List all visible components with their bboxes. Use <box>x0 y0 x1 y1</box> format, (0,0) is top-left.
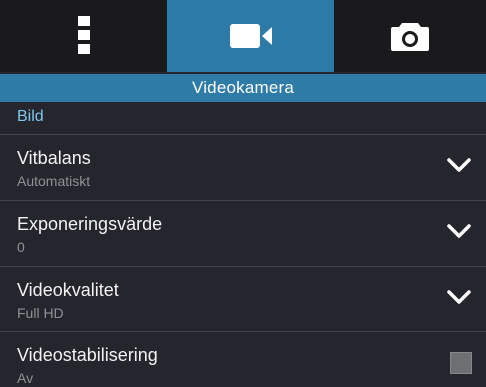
chevron-down-icon[interactable] <box>446 156 472 174</box>
camera-settings-panel: Videokamera Bild Vitbalans Automatiskt E… <box>0 0 486 387</box>
setting-value: Automatiskt <box>17 173 91 189</box>
setting-value: 0 <box>17 239 25 255</box>
setting-title: Vitbalans <box>17 148 91 168</box>
setting-value: Full HD <box>17 305 64 321</box>
video-camera-icon <box>229 24 272 48</box>
chevron-down-icon[interactable] <box>446 222 472 240</box>
camera-icon <box>391 23 429 51</box>
section-header: Bild <box>0 102 486 134</box>
chevron-down-icon[interactable] <box>446 288 472 306</box>
setting-video-stabilization[interactable]: Videostabilisering Av <box>0 332 486 387</box>
stabilization-checkbox[interactable] <box>450 352 472 374</box>
setting-video-quality[interactable]: Videokvalitet Full HD <box>0 267 486 331</box>
menu-icon <box>77 16 90 54</box>
page-title: Videokamera <box>0 74 486 102</box>
tab-menu[interactable] <box>0 0 167 72</box>
tab-video-camera[interactable] <box>167 0 334 72</box>
setting-title: Videokvalitet <box>17 280 119 300</box>
setting-white-balance[interactable]: Vitbalans Automatiskt <box>0 135 486 199</box>
mode-tabbar <box>0 0 486 72</box>
tab-camera[interactable] <box>334 0 486 72</box>
section-label: Bild <box>17 108 44 125</box>
setting-value: Av <box>17 370 34 386</box>
setting-title: Exponeringsvärde <box>17 214 163 234</box>
setting-title: Videostabilisering <box>17 345 158 365</box>
setting-exposure-value[interactable]: Exponeringsvärde 0 <box>0 201 486 265</box>
